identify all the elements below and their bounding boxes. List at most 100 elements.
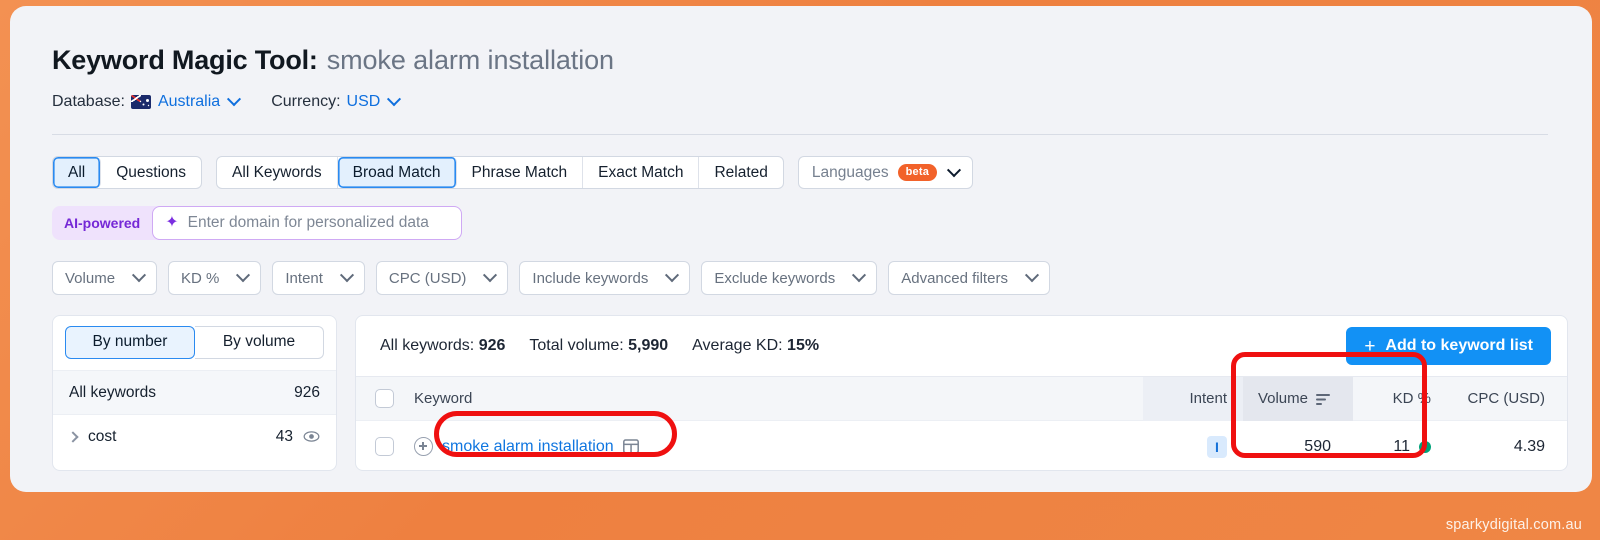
- filter-cpc[interactable]: CPC (USD): [375, 261, 509, 295]
- currency-label: Currency:: [271, 93, 341, 110]
- stat-total-volume: Total volume: 5,990: [529, 337, 668, 355]
- filter-volume-label: Volume: [65, 269, 116, 287]
- tab-exact-match[interactable]: Exact Match: [583, 157, 700, 188]
- sort-descending-icon[interactable]: [1316, 393, 1331, 405]
- filters-bar: Volume KD % Intent CPC (USD) Include key…: [10, 240, 1592, 295]
- column-header-cpc[interactable]: CPC (USD): [1449, 390, 1567, 407]
- sidebar-item-all-keywords[interactable]: All keywords 926: [53, 370, 336, 414]
- ai-domain-bar: AI-powered ✦ Enter domain for personaliz…: [10, 189, 1592, 240]
- row-keyword-link[interactable]: smoke alarm installation: [442, 438, 614, 456]
- table-stats: All keywords: 926 Total volume: 5,990 Av…: [380, 337, 819, 355]
- filter-include-keywords[interactable]: Include keywords: [519, 261, 691, 295]
- add-to-keyword-list-button[interactable]: + Add to keyword list: [1346, 327, 1551, 365]
- tab-group-match: All Keywords Broad Match Phrase Match Ex…: [216, 156, 784, 189]
- database-label: Database:: [52, 93, 125, 110]
- stat-total-volume-value: 5,990: [628, 337, 669, 354]
- tab-group-type: All Questions: [52, 156, 203, 189]
- stat-all-keywords-value: 926: [478, 337, 506, 354]
- plus-icon: +: [1364, 335, 1376, 357]
- sidebar-item-all-keywords-left: All keywords: [69, 384, 156, 402]
- tab-broad-match[interactable]: Broad Match: [337, 157, 457, 188]
- page-title-keyword: smoke alarm installation: [326, 45, 614, 75]
- chevron-down-icon: [227, 92, 242, 107]
- table-header-row: Keyword Intent Volume KD % CPC (USD): [356, 376, 1567, 421]
- sidebar-item-label: cost: [88, 427, 117, 445]
- australia-flag-icon: [130, 95, 151, 109]
- filter-kd[interactable]: KD %: [168, 261, 262, 295]
- sidebar-item-count: 926: [294, 383, 320, 401]
- tab-all[interactable]: All: [53, 157, 102, 188]
- row-intent-cell: I: [1143, 435, 1243, 458]
- add-keyword-icon[interactable]: [414, 437, 433, 456]
- app-card: Keyword Magic Tool: smoke alarm installa…: [10, 6, 1592, 492]
- row-volume-cell: 590: [1304, 437, 1331, 455]
- stat-all-keywords: All keywords: 926: [380, 337, 505, 355]
- filter-exclude-keywords[interactable]: Exclude keywords: [701, 261, 878, 295]
- row-keyword-cell: smoke alarm installation: [412, 437, 1143, 456]
- match-tabs-bar: All Questions All Keywords Broad Match P…: [10, 135, 1592, 189]
- chevron-down-icon: [236, 268, 251, 283]
- header-meta: Database: Australia Currency: USD: [52, 92, 1592, 111]
- filter-advanced[interactable]: Advanced filters: [888, 261, 1050, 295]
- row-kd-value: 11: [1393, 437, 1410, 455]
- tab-phrase-match[interactable]: Phrase Match: [457, 157, 584, 188]
- tab-related[interactable]: Related: [699, 157, 782, 188]
- column-header-keyword[interactable]: Keyword: [412, 390, 1143, 407]
- eye-icon[interactable]: [303, 428, 320, 445]
- ai-domain-placeholder: Enter domain for personalized data: [187, 214, 429, 231]
- column-header-intent[interactable]: Intent: [1143, 376, 1243, 421]
- stat-average-kd-value: 15%: [787, 337, 820, 354]
- page-title-tool: Keyword Magic Tool:: [52, 45, 318, 75]
- intent-badge[interactable]: I: [1207, 435, 1227, 458]
- kd-difficulty-dot: [1419, 440, 1431, 453]
- ai-domain-input[interactable]: ✦ Enter domain for personalized data: [152, 206, 463, 240]
- languages-dropdown[interactable]: Languages beta: [797, 156, 974, 189]
- sidebar-item-cost-left: cost: [67, 427, 117, 446]
- chevron-down-icon: [852, 268, 867, 283]
- currency-selector[interactable]: Currency: USD: [271, 92, 402, 111]
- tab-all-keywords[interactable]: All Keywords: [217, 157, 338, 188]
- sidebar-item-cost-right: 43: [276, 428, 320, 446]
- watermark: sparkydigital.com.au: [1445, 517, 1582, 533]
- chevron-right-icon[interactable]: [67, 430, 79, 443]
- filter-cpc-label: CPC (USD): [388, 269, 467, 287]
- content-area: By number By volume All keywords 926 cos…: [10, 295, 1592, 471]
- filter-exclude-keywords-label: Exclude keywords: [714, 269, 836, 287]
- filter-intent-label: Intent: [285, 269, 323, 287]
- serp-analysis-icon[interactable]: [622, 439, 639, 454]
- row-select-cell: [356, 437, 412, 456]
- tab-questions[interactable]: Questions: [101, 157, 201, 188]
- database-selector[interactable]: Database: Australia: [52, 92, 242, 111]
- select-all-checkbox[interactable]: [374, 389, 394, 408]
- chevron-down-icon: [1024, 268, 1040, 283]
- row-kd-cell: 11: [1353, 438, 1449, 456]
- select-all-cell: [356, 389, 412, 408]
- chevron-down-icon: [387, 92, 402, 107]
- ai-powered-badge: AI-powered: [64, 215, 141, 231]
- beta-badge: beta: [897, 164, 938, 181]
- filter-kd-label: KD %: [181, 269, 220, 287]
- database-value[interactable]: Australia: [158, 93, 220, 111]
- stat-all-keywords-label: All keywords:: [380, 337, 475, 354]
- ai-domain-wrapper: AI-powered ✦ Enter domain for personaliz…: [52, 206, 463, 240]
- keyword-cell-inner: smoke alarm installation: [414, 437, 1143, 456]
- languages-label: Languages: [811, 163, 889, 181]
- page-header: Keyword Magic Tool: smoke alarm installa…: [10, 6, 1592, 111]
- currency-value[interactable]: USD: [347, 93, 381, 111]
- filter-volume[interactable]: Volume: [52, 261, 158, 295]
- toggle-by-volume[interactable]: By volume: [195, 326, 324, 359]
- column-header-volume-label: Volume: [1257, 390, 1308, 407]
- column-header-kd[interactable]: KD %: [1353, 390, 1449, 407]
- table-toolbar: All keywords: 926 Total volume: 5,990 Av…: [356, 316, 1567, 376]
- page-title: Keyword Magic Tool: smoke alarm installa…: [52, 44, 1592, 76]
- chevron-down-icon: [339, 268, 354, 283]
- sidebar-sort-toggle: By number By volume: [53, 316, 336, 370]
- column-header-volume[interactable]: Volume: [1243, 376, 1353, 421]
- row-cpc-cell: 4.39: [1513, 437, 1545, 455]
- toggle-by-number[interactable]: By number: [65, 326, 195, 359]
- stat-average-kd-label: Average KD:: [692, 337, 783, 354]
- filter-intent[interactable]: Intent: [272, 261, 365, 295]
- sparkle-icon: ✦: [165, 214, 179, 231]
- row-checkbox[interactable]: [374, 437, 394, 456]
- sidebar-item-cost[interactable]: cost 43: [53, 414, 336, 458]
